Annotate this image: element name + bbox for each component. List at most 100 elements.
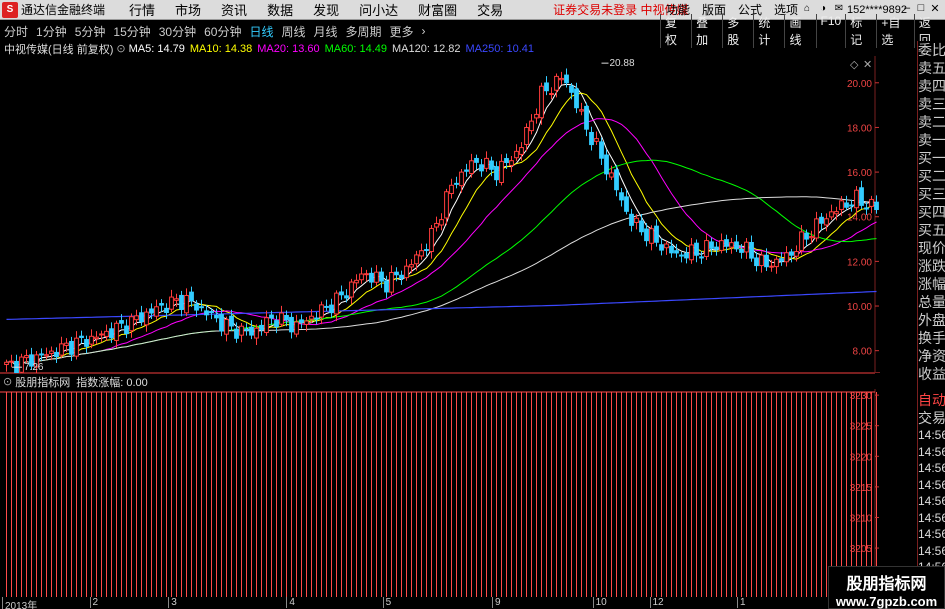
chevron-right-icon[interactable]: › [418,24,430,38]
menu-item-trade[interactable]: 交易 [467,0,513,19]
indicator-bar-chart[interactable]: 3200320532103215322032253230 [0,389,880,597]
period-5min[interactable]: 5分钟 [71,23,110,40]
menu-item-data[interactable]: 数据 [257,0,303,19]
sub-indicator-label: 指数涨幅: 0.00 [76,376,148,389]
candle-body [654,225,659,243]
candle-body [784,252,789,263]
period-1min[interactable]: 1分钟 [32,23,71,40]
period-multi[interactable]: 多周期 [342,23,386,40]
x-tick-label: 2013年 [2,597,37,609]
candle-body [809,236,814,239]
candle-body [834,211,839,215]
candle-body [539,85,544,119]
period-60min[interactable]: 60分钟 [200,23,245,40]
candle-body [804,232,809,240]
period-intraday[interactable]: 分时 [0,23,32,40]
sub-indicator-name[interactable]: 股朋指标网 [15,374,70,390]
candle-body [94,336,99,340]
candle-body [874,201,879,210]
app-logo: S [2,1,18,18]
x-tick-label: 2 [89,597,98,608]
period-30min[interactable]: 30分钟 [155,23,200,40]
candle-body [454,182,459,185]
candle-body [144,311,149,326]
period-weekly[interactable]: 周线 [277,23,309,40]
candle-body [44,354,49,357]
candle-body [504,158,509,164]
candle-body [159,303,164,306]
period-daily[interactable]: 日线 [245,23,277,40]
x-axis: 2013年 2 3 4 5 9 10 12 1 [0,597,880,609]
menu-item-market[interactable]: 市场 [165,0,211,19]
candle-body [209,311,214,314]
quote-panel-label: 涨幅 [918,276,945,292]
tick-time: 14:56 [918,494,945,508]
candle-body [184,294,189,314]
app-title: 通达信金融终端 [21,3,106,17]
menu-item-discover[interactable]: 发现 [303,0,349,19]
candle-body [589,131,594,146]
menu-item-quotes[interactable]: 行情 [119,0,165,19]
y-tick-label: 3205 [850,544,873,555]
candle-body [399,274,404,279]
candle-body [109,328,114,339]
candle-body [284,314,289,321]
candle-body [574,88,579,109]
candle-body [379,271,384,282]
candle-body [544,82,549,92]
quote-panel-label: 买四 [918,204,945,220]
candle-body [789,251,794,256]
menu-item-news[interactable]: 资讯 [211,0,257,19]
trade-panel-label[interactable]: 交易 [918,409,945,427]
candle-body [219,314,224,332]
candle-body [19,356,24,373]
menu-item-ask[interactable]: 问小达 [349,0,408,19]
ma5-label: MA5: 14.79 [128,42,185,55]
quote-panel-label: 总量 [918,294,945,310]
trade-panel-label[interactable]: 自动 [918,391,945,409]
y-tick-label: 16.00 [847,168,872,179]
candle-body [794,251,799,257]
candle-body [699,256,704,259]
candle-body [854,189,859,209]
candle-body [439,219,444,226]
candle-body [59,343,64,356]
candle-body [224,318,229,335]
candle-body [614,169,619,191]
tool-add-favorite[interactable]: +自选 [876,14,914,48]
candle-body [344,295,349,299]
candle-body [864,207,869,210]
period-15min[interactable]: 15分钟 [109,23,154,40]
watermark-url: www.7gpzb.com [835,594,938,609]
watermark: 股朋指标网 www.7gpzb.com [828,566,945,609]
candle-body [624,196,629,212]
candle-body [569,85,574,93]
candle-body [509,160,514,166]
quote-panel-label: 委比 [918,42,945,58]
candlestick-chart[interactable]: 8.0010.0012.0014.0016.0018.0020.0020.887… [0,56,880,373]
tick-time: 14:56 [918,543,945,558]
candle-body [334,292,339,315]
stock-title[interactable]: 中视传媒(日线 前复权) [4,41,113,57]
period-monthly[interactable]: 月线 [310,23,342,40]
candle-body [309,315,314,320]
sub-indicator-info: ⊙ 股朋指标网 指数涨幅: 0.00 [0,373,875,389]
candle-body [299,319,304,323]
candle-body [319,304,324,318]
candle-body [719,240,724,251]
candle-body [69,340,74,355]
candle-body [534,113,539,119]
candle-body [609,172,614,178]
candle-body [664,243,669,249]
period-more[interactable]: 更多 [386,23,418,40]
candle-body [494,166,499,181]
candle-body [24,355,29,359]
candle-body [314,317,319,320]
ma250-label: MA250: 10.41 [465,42,535,55]
settings-icon[interactable]: ⊙ [3,375,12,388]
candle-body [179,294,184,310]
menu-item-wealth[interactable]: 财富圈 [408,0,467,19]
candle-body [104,330,109,337]
chevron-down-icon[interactable]: ⊙ [116,42,125,55]
candle-body [674,250,679,254]
